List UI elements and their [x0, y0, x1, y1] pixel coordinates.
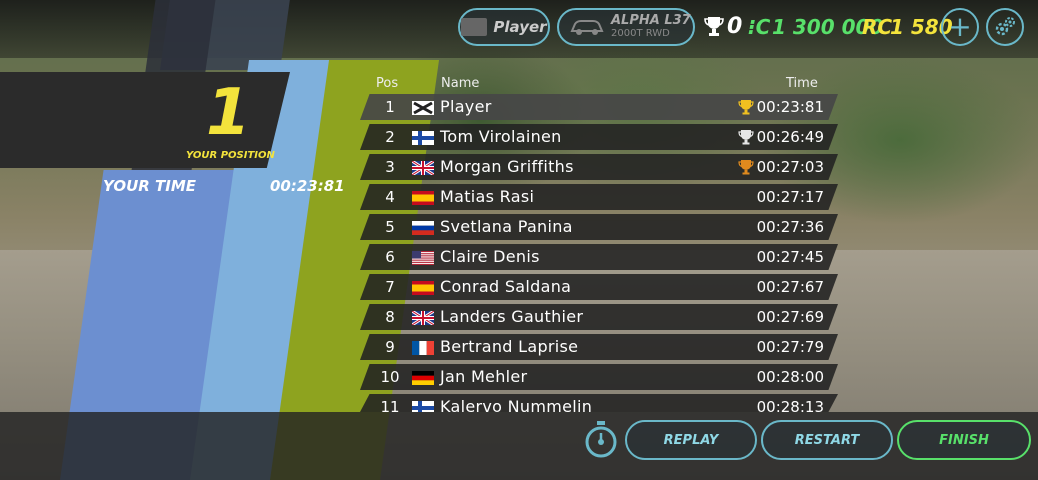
player-profile-button[interactable]: Player: [458, 8, 550, 46]
table-row: 7 Conrad Saldana 00:27:67: [360, 274, 838, 300]
stopwatch-button[interactable]: [583, 421, 619, 459]
settings-button[interactable]: [986, 8, 1024, 46]
flag-uk-icon: [411, 309, 435, 327]
gear-icon: [995, 17, 1015, 36]
flag-france-icon: [412, 340, 434, 355]
table-row: 3 Morgan Griffiths 00:27:03: [360, 154, 838, 180]
row-time: 00:27:79: [756, 338, 824, 356]
position-label: YOUR POSITION: [186, 150, 275, 161]
flag-player-icon: [412, 100, 434, 115]
restart-button[interactable]: RESTART: [761, 420, 893, 460]
your-time-value: 00:23:81: [270, 177, 345, 195]
finish-button[interactable]: FINISH: [897, 420, 1031, 460]
car-spec: 2000T RWD: [611, 28, 670, 39]
row-driver-name: Claire Denis: [440, 247, 540, 266]
table-row: 8 Landers Gauthier 00:27:69: [360, 304, 838, 330]
table-row: 5 Svetlana Panina 00:27:36: [360, 214, 838, 240]
table-row: 11 Kalervo Nummelin 00:28:13: [360, 394, 838, 412]
your-time-label: YOUR TIME: [103, 177, 197, 195]
trophy-silver-icon: [738, 130, 754, 145]
table-row: 9 Bertrand Laprise 00:27:79: [360, 334, 838, 360]
table-row: 4 Matias Rasi 00:27:17: [360, 184, 838, 210]
flag-usa-icon: [412, 250, 434, 265]
player-label: Player: [493, 18, 547, 36]
row-position: 10: [380, 368, 400, 386]
row-driver-name: Bertrand Laprise: [440, 337, 579, 356]
row-time: 00:27:03: [756, 158, 824, 176]
row-driver-name: Jan Mehler: [440, 367, 528, 386]
car-select-button[interactable]: ALPHA L37 2000T RWD: [557, 8, 695, 46]
row-driver-name: Svetlana Panina: [440, 217, 573, 236]
row-time: 00:28:00: [756, 368, 824, 386]
row-position: 4: [385, 188, 395, 206]
table-row: 10 Jan Mehler 00:28:00: [360, 364, 838, 390]
table-row: 6 Claire Denis 00:27:45: [360, 244, 838, 270]
row-position: 8: [385, 308, 395, 326]
position-number: 1: [206, 76, 251, 150]
row-time: 00:27:36: [756, 218, 824, 236]
player-card-icon: [461, 18, 488, 36]
header-time: Time: [786, 76, 818, 91]
car-name: ALPHA L37: [611, 13, 691, 28]
row-driver-name: Conrad Saldana: [440, 277, 572, 296]
row-time: 00:27:69: [756, 308, 824, 326]
row-driver-name: Landers Gauthier: [440, 307, 584, 326]
car-icon: [570, 20, 604, 35]
row-driver-name: Tom Virolainen: [440, 127, 562, 146]
trophy-gold-icon: [738, 100, 754, 115]
row-position: 3: [385, 158, 395, 176]
rc-label: RC: [862, 15, 893, 39]
row-driver-name: Morgan Griffiths: [440, 157, 574, 176]
row-time: 00:27:67: [756, 278, 824, 296]
flag-russia-icon: [412, 220, 434, 235]
table-row: 1 Player 00:23:81: [360, 94, 838, 120]
flag-finland-icon: [412, 130, 434, 145]
row-position: 9: [385, 338, 395, 356]
row-time: 00:27:17: [756, 188, 824, 206]
row-position: 2: [385, 128, 395, 146]
flag-spain-icon: [412, 190, 434, 205]
flag-spain-icon: [412, 280, 434, 295]
stopwatch-icon: [585, 421, 617, 458]
row-time: 00:23:81: [756, 98, 824, 116]
row-driver-name: Player: [440, 97, 492, 116]
add-currency-button[interactable]: +: [941, 8, 979, 46]
row-time: 00:27:45: [756, 248, 824, 266]
flag-germany-icon: [412, 370, 434, 385]
plus-icon: +: [948, 10, 972, 43]
row-driver-name: Matias Rasi: [440, 187, 535, 206]
row-position: 1: [385, 98, 395, 116]
row-time: 00:26:49: [756, 128, 824, 146]
trophy-icon: [704, 17, 724, 36]
trophy-bronze-icon: [738, 160, 754, 175]
credit-icon: ⁝C: [748, 15, 771, 39]
header-pos: Pos: [376, 76, 399, 91]
flag-uk-icon: [411, 159, 435, 177]
table-row: 2 Tom Virolainen 00:26:49: [360, 124, 838, 150]
row-position: 6: [385, 248, 395, 266]
header-name: Name: [441, 76, 480, 91]
trophy-count: 0: [727, 14, 743, 39]
row-position: 7: [385, 278, 395, 296]
replay-button[interactable]: REPLAY: [625, 420, 757, 460]
row-position: 5: [385, 218, 395, 236]
